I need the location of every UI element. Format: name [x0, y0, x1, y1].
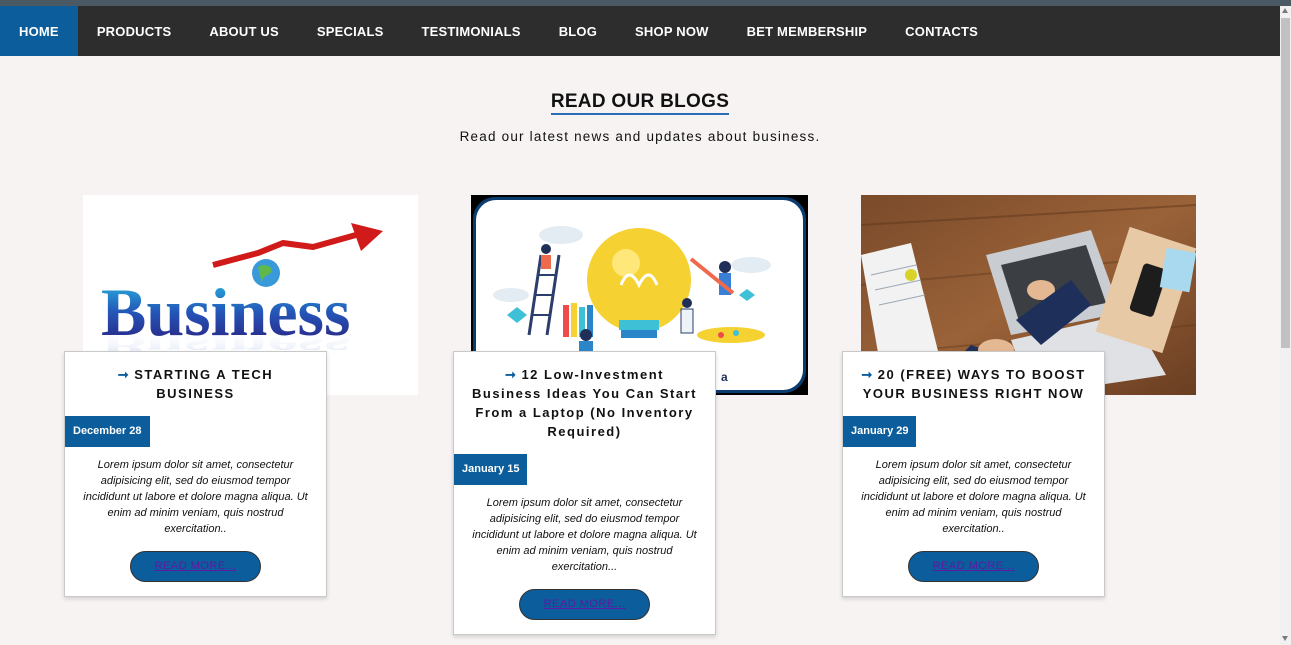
scroll-up-arrow-icon[interactable]: [1282, 8, 1288, 13]
read-more-button[interactable]: READ MORE...: [519, 589, 650, 620]
blog-excerpt: Lorem ipsum dolor sit amet, consectetur …: [83, 459, 308, 535]
nav-testimonials[interactable]: TESTIMONIALS: [403, 6, 540, 56]
nav-shop-now[interactable]: SHOP NOW: [616, 6, 728, 56]
blog-card-title[interactable]: ➞ 20 (FREE) WAYS TO BOOST YOUR BUSINESS R…: [843, 352, 1104, 403]
arrow-right-icon: ➞: [861, 367, 874, 382]
svg-text:a: a: [721, 370, 728, 384]
blog-card-title[interactable]: ➞ 12 Low-Investment Business Ideas You Ca…: [454, 352, 715, 441]
scrollbar-thumb[interactable]: [1281, 18, 1290, 348]
blog-card-1: ➞ STARTING A TECH BUSINESS December 28 Lo…: [64, 351, 327, 597]
arrow-right-icon: ➞: [117, 367, 131, 382]
date-badge: January 29: [843, 416, 917, 447]
nav-contacts[interactable]: CONTACTS: [886, 6, 997, 56]
blog-card-3: ➞ 20 (FREE) WAYS TO BOOST YOUR BUSINESS R…: [842, 351, 1105, 597]
blog-excerpt: Lorem ipsum dolor sit amet, consectetur …: [472, 497, 697, 573]
main-navigation: HOME PRODUCTS ABOUT US SPECIALS TESTIMON…: [0, 6, 1280, 56]
section-title: READ OUR BLOGS: [0, 86, 1280, 115]
nav-blog[interactable]: BLOG: [540, 6, 616, 56]
blog-card-title[interactable]: ➞ STARTING A TECH BUSINESS: [65, 352, 326, 403]
date-badge: December 28: [65, 416, 150, 447]
arrow-right-icon: ➞: [505, 367, 518, 382]
date-badge: January 15: [454, 454, 528, 485]
nav-about-us[interactable]: ABOUT US: [190, 6, 298, 56]
blog-card-2: ➞ 12 Low-Investment Business Ideas You Ca…: [453, 351, 716, 635]
read-more-button[interactable]: READ MORE...: [130, 551, 261, 582]
scroll-down-arrow-icon[interactable]: [1282, 636, 1288, 641]
section-subtitle: Read our latest news and updates about b…: [459, 129, 821, 144]
read-more-button[interactable]: READ MORE...: [908, 551, 1039, 582]
blog-excerpt: Lorem ipsum dolor sit amet, consectetur …: [861, 459, 1086, 535]
vertical-scrollbar[interactable]: [1280, 6, 1291, 645]
nav-products[interactable]: PRODUCTS: [78, 6, 191, 56]
nav-home[interactable]: HOME: [0, 6, 78, 56]
nav-bet-membership[interactable]: BET MEMBERSHIP: [728, 6, 887, 56]
nav-specials[interactable]: SPECIALS: [298, 6, 403, 56]
